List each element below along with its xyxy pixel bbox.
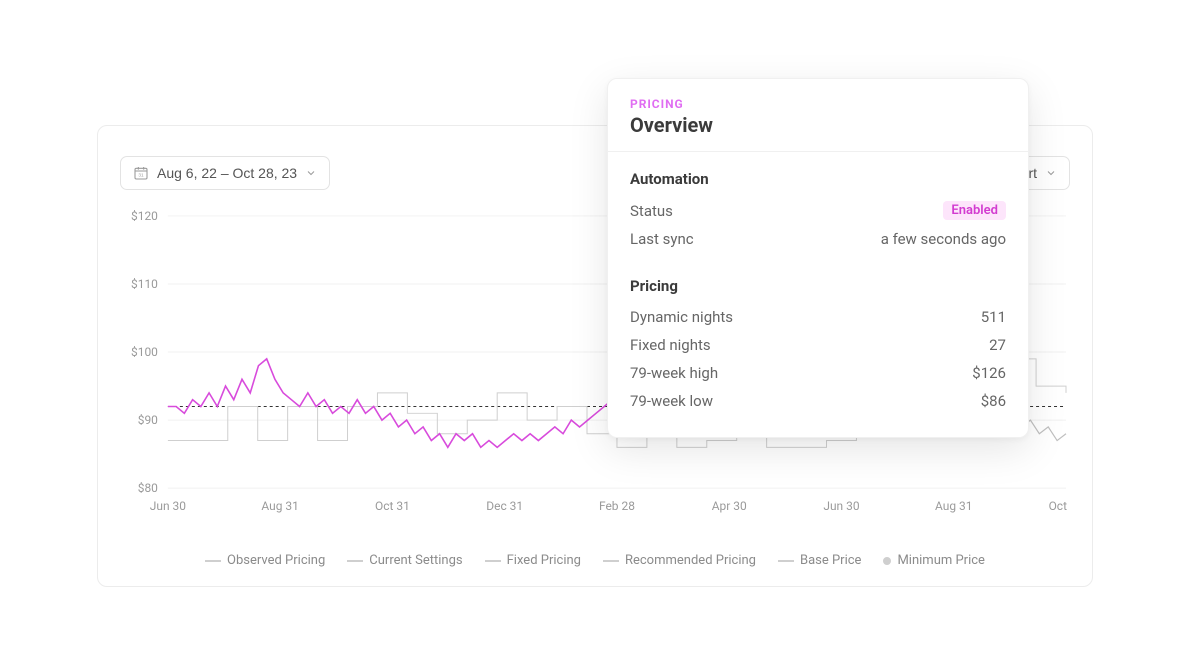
legend-label: Current Settings (369, 553, 462, 568)
automation-section: Automation Status Enabled Last sync a fe… (630, 170, 1006, 253)
week-low-value: $86 (981, 392, 1006, 410)
legend-fixed-pricing[interactable]: Fixed Pricing (485, 553, 581, 568)
svg-text:$110: $110 (131, 277, 158, 291)
svg-text:31: 31 (138, 172, 144, 177)
legend-label: Observed Pricing (227, 553, 325, 568)
date-range-picker[interactable]: 31 Aug 6, 22 – Oct 28, 23 (120, 156, 330, 190)
week-high-value: $126 (972, 364, 1006, 382)
fixed-nights-label: Fixed nights (630, 336, 711, 354)
svg-text:$90: $90 (138, 413, 158, 427)
panel-title: Overview (630, 113, 1006, 137)
legend-observed-pricing[interactable]: Observed Pricing (205, 553, 325, 568)
last-sync-label: Last sync (630, 230, 694, 248)
chevron-down-icon (305, 167, 317, 179)
swatch-line-icon (603, 560, 619, 562)
pricing-overview-panel: PRICING Overview Automation Status Enabl… (607, 78, 1029, 438)
legend-label: Fixed Pricing (507, 553, 581, 568)
legend-label: Base Price (800, 553, 861, 568)
svg-text:$120: $120 (131, 209, 158, 223)
status-label: Status (630, 202, 673, 220)
legend-recommended-pricing[interactable]: Recommended Pricing (603, 553, 756, 568)
status-badge: Enabled (943, 201, 1006, 220)
dynamic-nights-label: Dynamic nights (630, 308, 733, 326)
svg-text:Oct 31: Oct 31 (375, 499, 410, 513)
kv-status: Status Enabled (630, 196, 1006, 225)
calendar-icon: 31 (133, 165, 149, 181)
chevron-down-icon (1045, 167, 1057, 179)
kv-week-low: 79-week low $86 (630, 387, 1006, 415)
chart-legend: Observed Pricing Current Settings Fixed … (120, 553, 1070, 568)
legend-minimum-price[interactable]: Minimum Price (883, 553, 985, 568)
last-sync-value: a few seconds ago (881, 230, 1006, 248)
kv-dynamic-nights: Dynamic nights 511 (630, 303, 1006, 331)
legend-current-settings[interactable]: Current Settings (347, 553, 462, 568)
dynamic-nights-value: 511 (981, 308, 1006, 326)
swatch-dot-icon (883, 557, 891, 565)
swatch-line-icon (778, 560, 794, 562)
kv-week-high: 79-week high $126 (630, 359, 1006, 387)
date-range-label: Aug 6, 22 – Oct 28, 23 (157, 165, 297, 181)
panel-body: Automation Status Enabled Last sync a fe… (608, 152, 1028, 437)
legend-label: Minimum Price (897, 553, 985, 568)
kv-fixed-nights: Fixed nights 27 (630, 331, 1006, 359)
pricing-section: Pricing Dynamic nights 511 Fixed nights … (630, 277, 1006, 415)
section-heading-pricing: Pricing (630, 277, 1006, 295)
svg-text:Oct 31: Oct 31 (1049, 499, 1070, 513)
panel-eyebrow: PRICING (630, 97, 1006, 111)
legend-label: Recommended Pricing (625, 553, 756, 568)
swatch-line-icon (347, 560, 363, 562)
section-heading-automation: Automation (630, 170, 1006, 188)
svg-text:Aug 31: Aug 31 (935, 499, 972, 513)
svg-text:$80: $80 (138, 481, 158, 495)
svg-text:Aug 31: Aug 31 (261, 499, 298, 513)
svg-text:Jun 30: Jun 30 (823, 499, 860, 513)
week-high-label: 79-week high (630, 364, 718, 382)
panel-header: PRICING Overview (608, 79, 1028, 152)
kv-last-sync: Last sync a few seconds ago (630, 225, 1006, 253)
svg-text:$100: $100 (131, 345, 158, 359)
svg-text:Dec 31: Dec 31 (486, 499, 523, 513)
week-low-label: 79-week low (630, 392, 713, 410)
fixed-nights-value: 27 (989, 336, 1006, 354)
swatch-line-icon (205, 560, 221, 562)
legend-base-price[interactable]: Base Price (778, 553, 861, 568)
swatch-line-icon (485, 560, 501, 562)
svg-text:Jun 30: Jun 30 (150, 499, 187, 513)
svg-text:Feb 28: Feb 28 (599, 499, 635, 513)
svg-text:Apr 30: Apr 30 (712, 499, 747, 513)
